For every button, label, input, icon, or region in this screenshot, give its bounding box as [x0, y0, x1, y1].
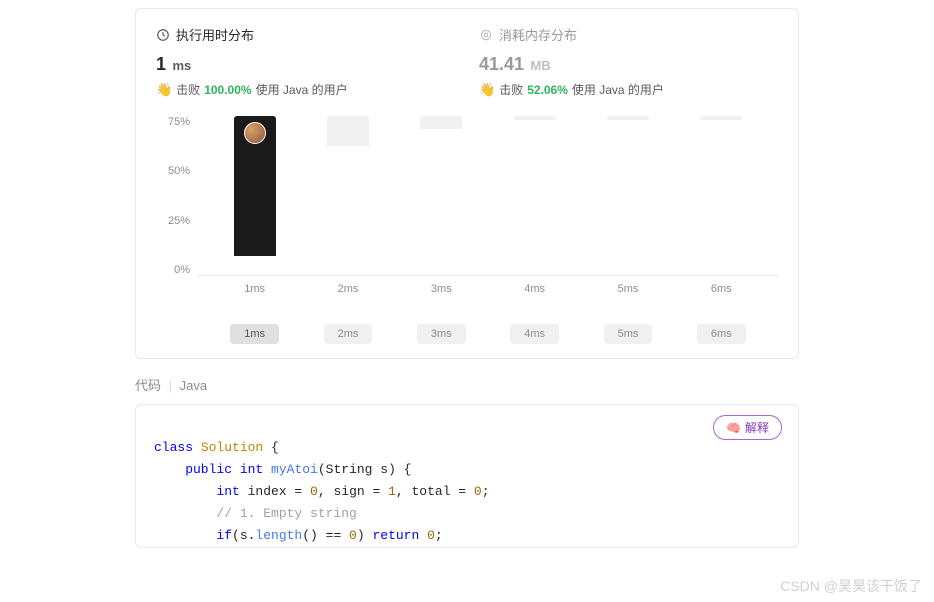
- bar-slot[interactable]: 4ms: [488, 116, 581, 275]
- memory-value: 41.41 MB: [479, 54, 778, 75]
- x-label: 1ms: [244, 283, 265, 295]
- runtime-block[interactable]: 执行用时分布 1 ms 👋 击败 100.00% 使用 Java 的用户: [156, 25, 455, 98]
- clap-icon: 👋: [479, 82, 495, 98]
- separator: |: [169, 378, 172, 393]
- time-pill[interactable]: 5ms: [604, 324, 653, 344]
- x-label: 2ms: [338, 283, 359, 295]
- bar-slot[interactable]: 6ms: [675, 116, 768, 275]
- ytick: 0%: [174, 264, 190, 276]
- pill-slot: 2ms: [301, 324, 394, 344]
- ytick: 75%: [168, 116, 190, 128]
- bar-slot[interactable]: 3ms: [395, 116, 488, 275]
- explain-button[interactable]: 🧠 解释: [713, 415, 782, 440]
- time-pill[interactable]: 1ms: [230, 324, 279, 344]
- runtime-title-text: 执行用时分布: [176, 25, 254, 44]
- runtime-beat-pct: 100.00%: [204, 83, 251, 97]
- memory-unit: MB: [531, 58, 551, 73]
- x-label: 4ms: [524, 283, 545, 295]
- ytick: 50%: [168, 165, 190, 177]
- runtime-beat-label: 击败: [176, 81, 200, 98]
- memory-title: 消耗内存分布: [479, 25, 778, 44]
- pill-slot: 1ms: [208, 324, 301, 344]
- section-lang: Java: [180, 378, 207, 393]
- bar[interactable]: [700, 116, 742, 120]
- memory-block[interactable]: 消耗内存分布 41.41 MB 👋 击败 52.06% 使用 Java 的用户: [479, 25, 778, 98]
- memory-beat-label: 击败: [499, 81, 523, 98]
- bar[interactable]: [514, 116, 556, 120]
- code-block: class Solution { public int myAtoi(Strin…: [154, 437, 780, 547]
- pill-slot: 3ms: [395, 324, 488, 344]
- memory-sub: 👋 击败 52.06% 使用 Java 的用户: [479, 81, 778, 98]
- clock-icon: [156, 28, 170, 42]
- memory-suffix: 使用 Java 的用户: [572, 81, 664, 98]
- bar-slot[interactable]: 1ms: [208, 116, 301, 275]
- code-card: 🧠 解释 class Solution { public int myAtoi(…: [135, 404, 799, 548]
- user-avatar: [244, 122, 266, 144]
- watermark: CSDN @昊昊该干饭了: [780, 576, 922, 596]
- bar[interactable]: [234, 116, 276, 256]
- stats-row: 执行用时分布 1 ms 👋 击败 100.00% 使用 Java 的用户 消耗内…: [156, 25, 778, 98]
- explain-label: 解释: [745, 419, 769, 436]
- memory-title-text: 消耗内存分布: [499, 25, 577, 44]
- time-pill[interactable]: 3ms: [417, 324, 466, 344]
- pill-slot: 4ms: [488, 324, 581, 344]
- runtime-title: 执行用时分布: [156, 25, 455, 44]
- clap-icon: 👋: [156, 82, 172, 98]
- runtime-unit: ms: [172, 58, 191, 73]
- x-label: 6ms: [711, 283, 732, 295]
- section-label: 代码 | Java: [135, 375, 799, 394]
- pill-row: 1ms 2ms 3ms 4ms 5ms 6ms: [198, 324, 778, 344]
- time-pill[interactable]: 2ms: [324, 324, 373, 344]
- x-label: 5ms: [618, 283, 639, 295]
- runtime-sub: 👋 击败 100.00% 使用 Java 的用户: [156, 81, 455, 98]
- memory-beat-pct: 52.06%: [527, 83, 568, 97]
- time-pill[interactable]: 4ms: [510, 324, 559, 344]
- bar-slot[interactable]: 2ms: [301, 116, 394, 275]
- runtime-suffix: 使用 Java 的用户: [256, 81, 348, 98]
- pill-slot: 6ms: [675, 324, 768, 344]
- pill-slot: 5ms: [581, 324, 674, 344]
- bar[interactable]: [327, 116, 369, 146]
- x-label: 3ms: [431, 283, 452, 295]
- stats-card: 执行用时分布 1 ms 👋 击败 100.00% 使用 Java 的用户 消耗内…: [135, 8, 799, 359]
- memory-icon: [479, 28, 493, 42]
- memory-num: 41.41: [479, 54, 524, 74]
- bar[interactable]: [420, 116, 462, 129]
- brain-icon: 🧠: [726, 421, 741, 435]
- bar[interactable]: [607, 116, 649, 120]
- runtime-chart: 75% 50% 25% 0% 1ms2ms3ms4ms5ms6ms: [156, 116, 778, 296]
- time-pill[interactable]: 6ms: [697, 324, 746, 344]
- runtime-value: 1 ms: [156, 54, 455, 75]
- ytick: 25%: [168, 215, 190, 227]
- section-code: 代码: [135, 378, 161, 393]
- plot-area: 1ms2ms3ms4ms5ms6ms: [198, 116, 778, 276]
- bar-slot[interactable]: 5ms: [581, 116, 674, 275]
- runtime-num: 1: [156, 54, 166, 74]
- y-axis: 75% 50% 25% 0%: [156, 116, 198, 276]
